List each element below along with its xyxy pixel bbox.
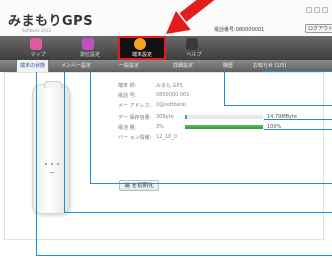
phone-number-value: 0800000 001 (156, 92, 190, 98)
location-settings-icon (82, 38, 94, 50)
battery-value: 3% (156, 124, 164, 130)
device-button-dot (45, 163, 47, 165)
storage-progress-bar (185, 115, 263, 119)
app-title: みまもりGPS (8, 14, 94, 29)
version-label: バー ョン情報: (118, 135, 152, 141)
main-nav: マップ 測位設定 端末設定 ヘルプ (0, 36, 332, 60)
device-name-label: 端末 称: (118, 83, 137, 89)
device-button-dot (57, 163, 59, 165)
subtab-general-settings[interactable]: 一般設定 (116, 60, 142, 72)
tab-map[interactable]: マップ (14, 36, 62, 60)
app-subtitle: Softbank 2012 (22, 28, 52, 33)
device-name-value: みまも GPS (156, 83, 183, 89)
callout-line (264, 129, 332, 130)
device-strap (44, 81, 62, 88)
callout-line (262, 71, 332, 72)
logout-button[interactable]: ログアウト (305, 24, 332, 33)
map-icon (30, 38, 42, 50)
phone-number-field-label: 電話 号: (118, 93, 137, 99)
subtab-member-settings[interactable]: メンバー設定 (58, 60, 94, 72)
email-value: 2@softbank. (156, 102, 188, 108)
callout-line (36, 72, 37, 256)
battery-progress-fill (185, 125, 263, 129)
subtab-device-status[interactable]: 端末の状態 (16, 60, 50, 72)
maximize-icon[interactable] (314, 7, 320, 13)
callout-line (90, 183, 332, 184)
close-icon[interactable] (322, 7, 328, 13)
battery-progress-bar (185, 125, 263, 129)
callout-line (90, 72, 91, 183)
help-icon (186, 38, 198, 50)
phone-number-label: 電話番号:080000001 (214, 27, 265, 33)
storage-label: デー 保存容量: (118, 115, 152, 121)
callout-line (224, 71, 225, 105)
tab-label: マップ (30, 52, 46, 58)
subtab-advanced-settings[interactable]: 詳細設定 (170, 60, 196, 72)
version-value: 12_10_0 (156, 134, 177, 140)
minimize-icon[interactable] (306, 7, 312, 13)
subtab-history[interactable]: 機歴 (220, 60, 236, 72)
callout-line (64, 72, 65, 212)
battery-label: 電池 量: (118, 125, 137, 131)
callout-line (64, 212, 332, 213)
device-button-dot (51, 163, 53, 165)
initialize-device-button[interactable]: 端 を初期化 (119, 180, 159, 191)
email-label: メー アドレス: (118, 103, 152, 109)
tab-label: 測位設定 (79, 52, 100, 58)
callout-line (264, 119, 332, 120)
callout-line (36, 255, 332, 256)
device-speaker (50, 172, 54, 173)
storage-progress-fill (185, 115, 187, 119)
tab-location-settings[interactable]: 測位設定 (66, 36, 114, 60)
storage-value: 30Byte (156, 114, 174, 120)
callout-line (224, 105, 332, 106)
tab-label: ヘルプ (186, 52, 202, 58)
active-tab-highlight (118, 36, 166, 60)
